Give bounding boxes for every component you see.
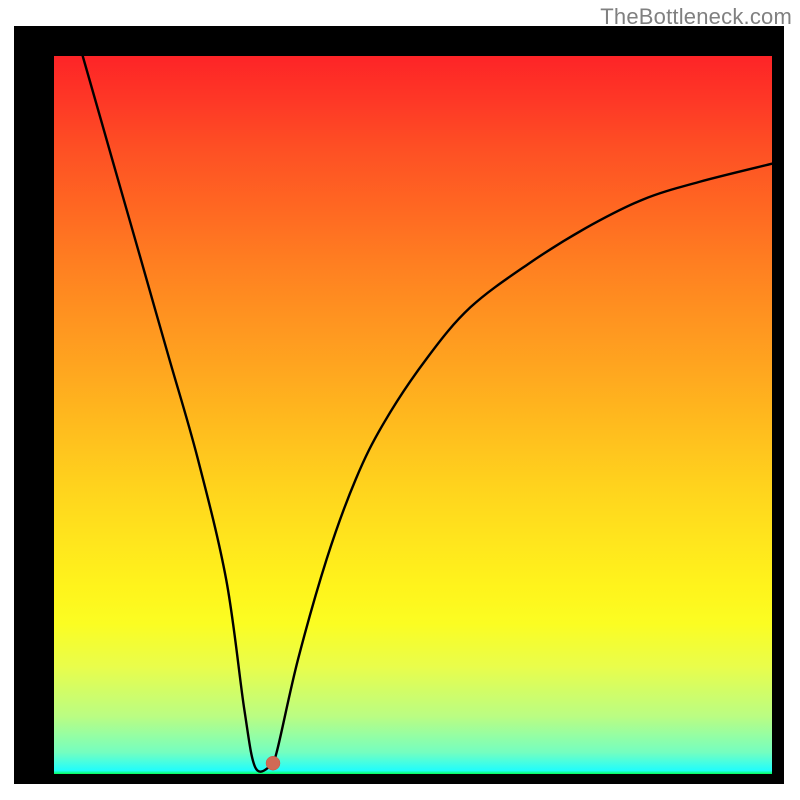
- chart-container: TheBottleneck.com: [0, 0, 800, 800]
- watermark-text: TheBottleneck.com: [600, 4, 792, 30]
- chart-frame: [14, 26, 784, 784]
- plot-area: [54, 56, 772, 774]
- curve-path: [83, 56, 772, 772]
- optimal-point-marker: [266, 756, 280, 770]
- bottleneck-curve: [54, 56, 772, 774]
